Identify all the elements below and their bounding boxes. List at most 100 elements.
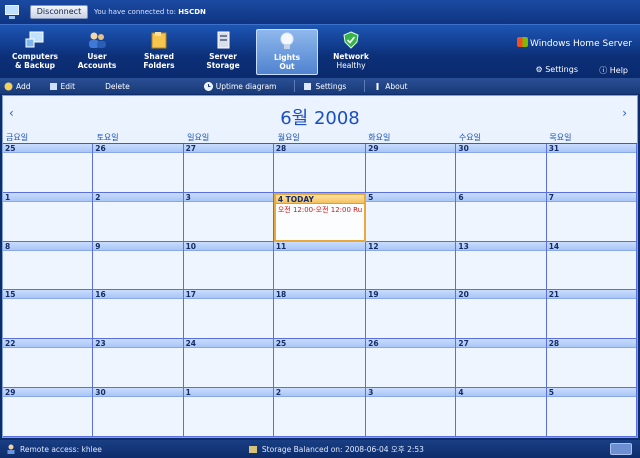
connection-message-prefix: You have connected to: [94,8,176,16]
weekday-label: 화요일 [365,132,456,144]
tab-label-line2: Out [279,62,295,71]
computers-icon [25,31,45,49]
day-number: 16 [93,290,183,300]
tab-shared-folders[interactable]: Shared Folders [128,29,190,75]
toolbar: Add Edit Delete Uptime diagram Settings … [0,78,640,94]
about-button[interactable]: About [373,82,407,91]
calendar-day[interactable]: 27 [183,144,274,193]
calendar-day[interactable]: 1 [3,192,94,242]
calendar-day[interactable]: 10 [183,241,274,291]
calendar-day[interactable]: 11 [273,241,367,291]
calendar-day[interactable]: 25 [3,144,94,193]
calendar-day[interactable]: 2 [273,388,367,437]
day-number: 24 [183,339,273,349]
calendar-day[interactable]: 28 [273,144,367,193]
calendar-day[interactable]: 24 [183,339,274,389]
day-number: 4 [456,388,546,398]
next-month-button[interactable]: › [622,106,627,120]
calendar-day[interactable]: 14 [546,241,637,291]
calendar-day[interactable]: 16 [93,290,184,340]
day-number: 26 [93,144,183,153]
calendar-day[interactable]: 20 [456,290,547,340]
calendar-day[interactable]: 31 [546,144,637,193]
day-number: 2 [273,388,366,398]
tab-label-line1: Computers [11,52,58,61]
calendar-day[interactable]: 2 [93,192,184,242]
day-number: 14 [546,241,636,251]
delete-button[interactable]: Delete [93,82,130,91]
calendar-day[interactable]: 21 [546,290,637,340]
calendar-day[interactable]: 15 [3,290,94,340]
calendar-day[interactable]: 3 [183,192,274,242]
calendar-day[interactable]: 5 [546,388,637,437]
day-number: 26 [366,339,456,349]
calendar-grid: 25 26 27 28 29 30 31 1 2 3 4 TODAY 오전 12:00-오전 12:0… [3,144,637,437]
calendar-day[interactable]: 3 [366,388,457,437]
calendar-day[interactable]: 25 [273,339,367,389]
toolbar-divider [364,80,366,92]
settings-link[interactable]: ⚙ Settings [535,65,578,74]
help-link[interactable]: ⓘ Help [599,65,628,76]
calendar-day[interactable]: 4 [456,388,547,437]
users-icon [87,31,107,49]
windows-flag-icon [517,37,528,47]
toolbar-settings-button[interactable]: Settings [303,82,346,91]
tab-server-storage[interactable]: Server Storage [192,29,254,75]
tab-computers-backup[interactable]: Computers & Backup [4,29,66,75]
tab-network[interactable]: Network Healthy [320,29,382,75]
day-number: 17 [183,290,273,300]
calendar-day[interactable]: 23 [93,339,184,389]
day-number: 12 [366,241,456,251]
calendar-day[interactable]: 30 [456,144,547,193]
storage-status: Storage Balanced on: 2008-06-04 오후 2:53 [248,444,424,455]
calendar-day[interactable]: 13 [456,241,547,291]
calendar-day[interactable]: 12 [366,241,457,291]
toolbar-divider [294,80,296,92]
day-number: 10 [183,241,273,251]
add-button[interactable]: Add [4,82,31,91]
calendar-day[interactable]: 29 [3,388,94,437]
day-number: 31 [546,144,636,153]
connection-bar: Disconnect You have connected to: HSCDN [0,0,640,24]
calendar-day[interactable]: 28 [546,339,637,389]
tray-button[interactable] [610,443,632,455]
about-label: About [385,81,408,91]
calendar-day[interactable]: 26 [93,144,184,193]
calendar-day[interactable]: 30 [93,388,184,437]
calendar-day[interactable]: 5 [366,192,457,242]
calendar-day[interactable]: 26 [366,339,457,389]
day-number: 13 [456,241,546,251]
uptime-diagram-button[interactable]: Uptime diagram [203,81,276,91]
storage-status-text: Storage Balanced on: 2008-06-04 오후 2:53 [261,444,424,454]
day-number: 4 TODAY [275,194,365,204]
calendar-day[interactable]: 7 [546,192,637,242]
calendar-day[interactable]: 19 [366,290,457,340]
calendar-event[interactable]: 오전 12:00-오전 12:00 Ru [276,204,364,216]
calendar-day[interactable]: 18 [273,290,367,340]
day-number: 27 [456,339,546,349]
add-label: Add [16,81,31,91]
calendar-day[interactable]: 6 [456,192,547,242]
day-number: 1 [3,192,93,202]
disconnect-button[interactable]: Disconnect [30,5,88,19]
calendar-day[interactable]: 17 [183,290,274,340]
day-number: 29 [366,144,456,153]
calendar-header: ‹ 6월 2008 › [3,96,637,132]
calendar-day-today[interactable]: 4 TODAY 오전 12:00-오전 12:00 Ru [273,192,367,242]
tab-user-accounts[interactable]: User Accounts [66,29,128,75]
day-number: 25 [3,144,93,153]
tab-lights-out[interactable]: Lights Out [256,29,318,75]
calendar-day[interactable]: 9 [93,241,184,291]
calendar-day[interactable]: 27 [456,339,547,389]
calendar-day[interactable]: 1 [183,388,274,437]
connection-message: You have connected to: HSCDN [94,8,206,16]
clock-icon [203,81,213,91]
tab-label-line2: Storage [206,61,240,70]
calendar-day[interactable]: 29 [366,144,457,193]
day-number: 5 [546,388,636,398]
calendar-day[interactable]: 8 [3,241,94,291]
calendar-day[interactable]: 22 [3,339,94,389]
edit-button[interactable]: Edit [49,82,75,91]
help-link-label: Help [609,66,628,75]
tab-label-line1: Network [333,52,369,61]
